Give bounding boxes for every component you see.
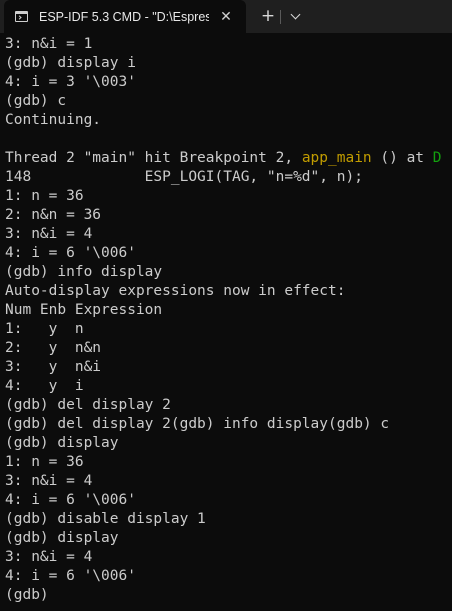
terminal-line: (gdb) disable display 1	[5, 511, 206, 527]
terminal-line: 1: y n	[5, 321, 84, 337]
terminal-line: (gdb) c	[5, 93, 67, 109]
terminal-line: 3: n&i = 4	[5, 226, 93, 242]
file-path: D	[432, 150, 442, 166]
terminal-icon	[15, 11, 28, 22]
tab-dropdown-button[interactable]	[285, 4, 305, 28]
tab-divider	[280, 10, 281, 24]
terminal-line: 148 ESP_LOGI(TAG, "n=%d", n);	[5, 169, 363, 185]
terminal-line: (gdb) display	[5, 530, 119, 546]
terminal-line: 3: y n&i	[5, 359, 102, 375]
terminal-line: 3: n&i = 4	[5, 473, 93, 489]
terminal-line: 4: i = 6 '\006'	[5, 568, 136, 584]
terminal-line: 2: y n&n	[5, 340, 102, 356]
breakpoint-text: Thread 2 "main" hit Breakpoint 2,	[5, 150, 302, 166]
terminal-line: 3: n&i = 4	[5, 549, 93, 565]
terminal-line: Continuing.	[5, 112, 102, 128]
terminal-output[interactable]: 3: n&i = 1 (gdb) display i 4: i = 3 '\00…	[0, 33, 452, 611]
terminal-line: 4: i = 6 '\006'	[5, 245, 136, 261]
function-name: app_main	[301, 150, 372, 166]
new-tab-button[interactable]: +	[258, 4, 278, 28]
terminal-tab[interactable]: ESP-IDF 5.3 CMD - "D:\Espress ✕	[4, 0, 246, 33]
terminal-line: 4: i = 3 '\003'	[5, 74, 136, 90]
tab-title: ESP-IDF 5.3 CMD - "D:\Espress	[39, 9, 209, 24]
terminal-line: 1: n = 36	[5, 454, 84, 470]
terminal-line: 1: n = 36	[5, 188, 84, 204]
terminal-line: 4: i = 6 '\006'	[5, 492, 136, 508]
close-icon[interactable]: ✕	[217, 9, 235, 25]
terminal-line: (gdb) del display 2	[5, 397, 171, 413]
chevron-down-icon	[290, 9, 300, 19]
terminal-line: (gdb) display i	[5, 55, 136, 71]
terminal-line: 4: y i	[5, 378, 84, 394]
terminal-prompt[interactable]: (gdb)	[5, 586, 49, 605]
terminal-line: Auto-display expressions now in effect:	[5, 283, 346, 299]
terminal-line: (gdb) info display	[5, 264, 163, 280]
title-bar: ESP-IDF 5.3 CMD - "D:\Espress ✕ +	[0, 0, 452, 33]
breakpoint-line: Thread 2 "main" hit Breakpoint 2, app_ma…	[5, 149, 442, 168]
breakpoint-text-tail: () at	[371, 150, 433, 166]
terminal-line: (gdb) del display 2(gdb) info display(gd…	[5, 416, 390, 432]
terminal-line: Num Enb Expression	[5, 302, 163, 318]
terminal-line: 3: n&i = 1	[5, 36, 93, 52]
terminal-line: (gdb) display	[5, 435, 119, 451]
terminal-line: 2: n&n = 36	[5, 207, 102, 223]
